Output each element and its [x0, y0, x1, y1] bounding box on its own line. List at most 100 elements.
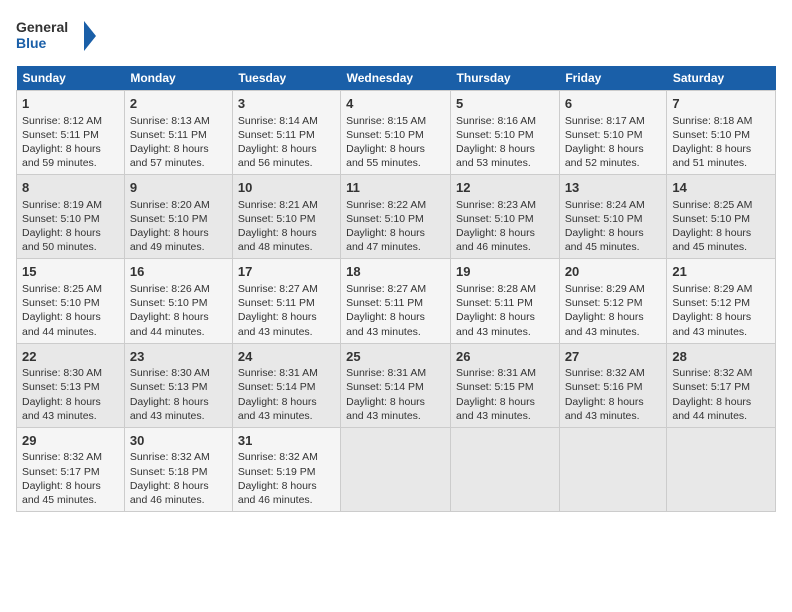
- daylight-text: Daylight: 8 hours and 50 minutes.: [22, 227, 101, 253]
- calendar-body: 1Sunrise: 8:12 AMSunset: 5:11 PMDaylight…: [17, 91, 776, 512]
- daylight-text: Daylight: 8 hours and 43 minutes.: [456, 396, 535, 422]
- calendar-cell: 28Sunrise: 8:32 AMSunset: 5:17 PMDayligh…: [667, 343, 776, 427]
- calendar-table: SundayMondayTuesdayWednesdayThursdayFrid…: [16, 66, 776, 512]
- calendar-cell: 20Sunrise: 8:29 AMSunset: 5:12 PMDayligh…: [559, 259, 667, 343]
- sunrise-text: Sunrise: 8:23 AM: [456, 199, 536, 211]
- sunrise-text: Sunrise: 8:29 AM: [565, 283, 645, 295]
- daylight-text: Daylight: 8 hours and 44 minutes.: [130, 311, 209, 337]
- calendar-cell: 11Sunrise: 8:22 AMSunset: 5:10 PMDayligh…: [341, 175, 451, 259]
- calendar-cell: 6Sunrise: 8:17 AMSunset: 5:10 PMDaylight…: [559, 91, 667, 175]
- sunset-text: Sunset: 5:12 PM: [672, 297, 750, 309]
- daylight-text: Daylight: 8 hours and 52 minutes.: [565, 143, 644, 169]
- day-number: 2: [130, 95, 227, 113]
- calendar-week-row: 29Sunrise: 8:32 AMSunset: 5:17 PMDayligh…: [17, 427, 776, 511]
- sunrise-text: Sunrise: 8:31 AM: [456, 367, 536, 379]
- sunrise-text: Sunrise: 8:18 AM: [672, 115, 752, 127]
- day-number: 5: [456, 95, 554, 113]
- sunset-text: Sunset: 5:11 PM: [238, 129, 315, 141]
- calendar-cell: 2Sunrise: 8:13 AMSunset: 5:11 PMDaylight…: [124, 91, 232, 175]
- calendar-week-row: 1Sunrise: 8:12 AMSunset: 5:11 PMDaylight…: [17, 91, 776, 175]
- calendar-cell: 4Sunrise: 8:15 AMSunset: 5:10 PMDaylight…: [341, 91, 451, 175]
- day-number: 31: [238, 432, 335, 450]
- sunrise-text: Sunrise: 8:13 AM: [130, 115, 210, 127]
- calendar-week-row: 15Sunrise: 8:25 AMSunset: 5:10 PMDayligh…: [17, 259, 776, 343]
- day-number: 14: [672, 179, 770, 197]
- day-number: 19: [456, 263, 554, 281]
- daylight-text: Daylight: 8 hours and 43 minutes.: [238, 396, 317, 422]
- sunset-text: Sunset: 5:18 PM: [130, 466, 208, 478]
- sunset-text: Sunset: 5:16 PM: [565, 381, 643, 393]
- svg-text:Blue: Blue: [16, 35, 47, 51]
- calendar-cell: [451, 427, 560, 511]
- daylight-text: Daylight: 8 hours and 45 minutes.: [565, 227, 644, 253]
- day-header: Thursday: [451, 66, 560, 91]
- calendar-cell: 25Sunrise: 8:31 AMSunset: 5:14 PMDayligh…: [341, 343, 451, 427]
- daylight-text: Daylight: 8 hours and 46 minutes.: [130, 480, 209, 506]
- sunset-text: Sunset: 5:10 PM: [346, 129, 424, 141]
- calendar-cell: 17 Sunrise: 8:27 AM Sunset: 5:11 PM Dayligh…: [232, 259, 340, 343]
- page-container: General Blue SundayMondayTuesdayWednesda…: [0, 0, 792, 522]
- logo-svg: General Blue: [16, 16, 96, 56]
- daylight-text: Daylight: 8 hours and 43 minutes.: [672, 311, 751, 337]
- sunrise-text: Sunrise: 8:30 AM: [22, 367, 102, 379]
- day-header: Tuesday: [232, 66, 340, 91]
- sunrise-text: Sunrise: 8:28 AM: [456, 283, 536, 295]
- sunset-text: Sunset: 5:11 PM: [238, 297, 315, 309]
- daylight-text: Daylight: 8 hours and 43 minutes.: [130, 396, 209, 422]
- calendar-cell: 12Sunrise: 8:23 AMSunset: 5:10 PMDayligh…: [451, 175, 560, 259]
- day-number: 17: [238, 263, 335, 281]
- sunrise-text: Sunrise: 8:12 AM: [22, 115, 102, 127]
- sunrise-text: Sunrise: 8:15 AM: [346, 115, 426, 127]
- day-number: 21: [672, 263, 770, 281]
- daylight-text: Daylight: 8 hours and 45 minutes.: [672, 227, 751, 253]
- calendar-cell: 29Sunrise: 8:32 AMSunset: 5:17 PMDayligh…: [17, 427, 125, 511]
- calendar-header-row: SundayMondayTuesdayWednesdayThursdayFrid…: [17, 66, 776, 91]
- day-number: 7: [672, 95, 770, 113]
- sunset-text: Sunset: 5:10 PM: [456, 213, 534, 225]
- sunrise-text: Sunrise: 8:27 AM: [238, 283, 318, 295]
- calendar-cell: 3 Sunrise: 8:14 AM Sunset: 5:11 PM Daylight…: [232, 91, 340, 175]
- sunrise-text: Sunrise: 8:14 AM: [238, 115, 318, 127]
- svg-text:General: General: [16, 19, 68, 35]
- calendar-cell: 8Sunrise: 8:19 AMSunset: 5:10 PMDaylight…: [17, 175, 125, 259]
- daylight-text: Daylight: 8 hours and 46 minutes.: [238, 480, 317, 506]
- sunrise-text: Sunrise: 8:32 AM: [130, 451, 210, 463]
- calendar-cell: 9Sunrise: 8:20 AMSunset: 5:10 PMDaylight…: [124, 175, 232, 259]
- day-number: 28: [672, 348, 770, 366]
- day-number: 13: [565, 179, 662, 197]
- sunrise-text: Sunrise: 8:17 AM: [565, 115, 645, 127]
- daylight-text: Daylight: 8 hours and 44 minutes.: [22, 311, 101, 337]
- day-number: 26: [456, 348, 554, 366]
- day-number: 29: [22, 432, 119, 450]
- daylight-text: Daylight: 8 hours and 56 minutes.: [238, 143, 317, 169]
- daylight-text: Daylight: 8 hours and 44 minutes.: [672, 396, 751, 422]
- day-number: 15: [22, 263, 119, 281]
- calendar-cell: [559, 427, 667, 511]
- sunset-text: Sunset: 5:11 PM: [130, 129, 207, 141]
- calendar-cell: 15Sunrise: 8:25 AMSunset: 5:10 PMDayligh…: [17, 259, 125, 343]
- calendar-cell: 14Sunrise: 8:25 AMSunset: 5:10 PMDayligh…: [667, 175, 776, 259]
- sunset-text: Sunset: 5:12 PM: [565, 297, 643, 309]
- sunset-text: Sunset: 5:10 PM: [22, 213, 100, 225]
- day-header: Sunday: [17, 66, 125, 91]
- page-header: General Blue: [16, 16, 776, 56]
- day-header: Monday: [124, 66, 232, 91]
- day-number: 8: [22, 179, 119, 197]
- sunset-text: Sunset: 5:11 PM: [346, 297, 423, 309]
- sunrise-text: Sunrise: 8:16 AM: [456, 115, 536, 127]
- sunset-text: Sunset: 5:15 PM: [456, 381, 534, 393]
- calendar-cell: 27Sunrise: 8:32 AMSunset: 5:16 PMDayligh…: [559, 343, 667, 427]
- sunrise-text: Sunrise: 8:32 AM: [565, 367, 645, 379]
- sunrise-text: Sunrise: 8:31 AM: [238, 367, 318, 379]
- sunset-text: Sunset: 5:14 PM: [238, 381, 316, 393]
- daylight-text: Daylight: 8 hours and 43 minutes.: [238, 311, 317, 337]
- sunrise-text: Sunrise: 8:30 AM: [130, 367, 210, 379]
- sunset-text: Sunset: 5:10 PM: [672, 213, 750, 225]
- sunset-text: Sunset: 5:10 PM: [456, 129, 534, 141]
- calendar-cell: 5Sunrise: 8:16 AMSunset: 5:10 PMDaylight…: [451, 91, 560, 175]
- day-number: 3: [238, 95, 335, 113]
- calendar-cell: 24Sunrise: 8:31 AMSunset: 5:14 PMDayligh…: [232, 343, 340, 427]
- day-number: 30: [130, 432, 227, 450]
- day-number: 12: [456, 179, 554, 197]
- sunrise-text: Sunrise: 8:24 AM: [565, 199, 645, 211]
